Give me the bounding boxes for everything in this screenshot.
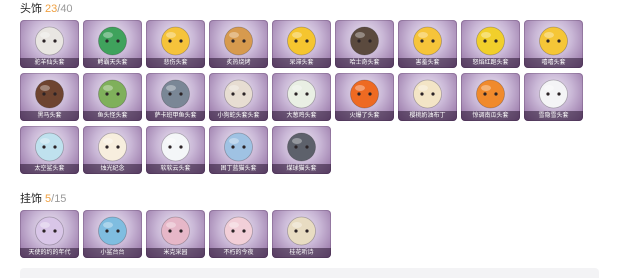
card-label: 煤球猫头套 (272, 164, 331, 174)
headwear-card[interactable]: 太空鲨头套 (20, 126, 79, 174)
card-label: 惊调南瓜头套 (461, 111, 520, 121)
dazed-face-icon (287, 26, 316, 56)
headwear-card[interactable]: 大葱鸡头套 (272, 73, 331, 121)
headwear-card[interactable]: 呆滞头套 (272, 20, 331, 68)
headwear-card[interactable]: 小狗蛇头套头套 (209, 73, 268, 121)
card-label: 嘻嘻头套 (524, 58, 583, 68)
sunglasses-pikachu-icon (476, 26, 505, 56)
pendant-total: 15 (54, 193, 67, 205)
pendant-card[interactable]: 天使的约的年代 (20, 210, 79, 258)
card-label: 小鲨台台 (83, 248, 142, 258)
card-label: 樱桃奶油布丁 (398, 111, 457, 121)
pendant-grid: 天使的约的年代 小鲨台台 米克采园 不朽的今夜 桂花听诗 (20, 210, 583, 258)
headwear-card[interactable]: 鱼头怪头套 (83, 73, 142, 121)
card-label: 困丁蓝猫头套 (209, 164, 268, 174)
pumpkin-icon (476, 79, 505, 109)
brown-horse-icon (35, 79, 64, 109)
card-label: 鱼头怪头套 (83, 111, 142, 121)
raccoon-sunglasses-icon (35, 26, 64, 56)
snowman-icon (539, 79, 568, 109)
card-label: 软软云头套 (146, 164, 205, 174)
card-label: 哈士奇头套 (335, 58, 394, 68)
card-label: 桂花听诗 (272, 248, 331, 258)
card-label: 米克采园 (146, 248, 205, 258)
green-crocodile-icon (98, 26, 127, 56)
card-label: 黑马头套 (20, 111, 79, 121)
headwear-card[interactable]: 煤球猫头套 (272, 126, 331, 174)
fish-head-icon (98, 79, 127, 109)
pendant-card[interactable]: 米克采园 (146, 210, 205, 258)
headwear-count: 23 (45, 3, 58, 15)
next-section-edge (20, 268, 599, 278)
headwear-card[interactable]: 嘻嘻头套 (524, 20, 583, 68)
fire-spirit-icon (350, 79, 379, 109)
headwear-card[interactable]: 炙热烧烤 (209, 20, 268, 68)
shy-face-icon (413, 26, 442, 56)
space-shark-icon (35, 132, 64, 162)
headwear-card[interactable]: 雪隐雪头套 (524, 73, 583, 121)
headwear-card[interactable]: 烛光纪念 (83, 126, 142, 174)
scallion-head-icon (287, 79, 316, 109)
grey-cat-icon (287, 132, 316, 162)
bunny-charm-icon (224, 216, 253, 246)
pudding-icon (413, 79, 442, 109)
headwear-card[interactable]: 鳄霸天头套 (83, 20, 142, 68)
headwear-grid: 驼羊仙头套 鳄霸天头套 悲伤头套 炙热烧烤 呆滞头套 哈士奇头套 害羞头套 怒焰红跑头套 嘻嘻头… (20, 20, 583, 174)
grey-fish-icon (161, 79, 190, 109)
card-label: 呆滞头套 (272, 58, 331, 68)
card-label: 不朽的今夜 (209, 248, 268, 258)
card-label: 害羞头套 (398, 58, 457, 68)
pendant-card[interactable]: 桂花听诗 (272, 210, 331, 258)
card-label: 怒焰红跑头套 (461, 58, 520, 68)
fairy-charm-icon (287, 216, 316, 246)
cute-snake-icon (224, 79, 253, 109)
card-label: 太空鲨头套 (20, 164, 79, 174)
card-label: 悲伤头套 (146, 58, 205, 68)
headwear-card[interactable]: 软软云头套 (146, 126, 205, 174)
card-label: 天使的约的年代 (20, 248, 79, 258)
toast-bread-icon (224, 26, 253, 56)
headwear-title: 头饰 (20, 3, 42, 15)
headwear-card[interactable]: 困丁蓝猫头套 (209, 126, 268, 174)
candle-icon (98, 132, 127, 162)
feather-charm-icon (35, 216, 64, 246)
headwear-card[interactable]: 惊调南瓜头套 (461, 73, 520, 121)
headwear-card[interactable]: 火爆了头套 (335, 73, 394, 121)
headwear-card[interactable]: 怒焰红跑头套 (461, 20, 520, 68)
pendant-card[interactable]: 不朽的今夜 (209, 210, 268, 258)
headwear-card[interactable]: 悲伤头套 (146, 20, 205, 68)
card-label: 火爆了头套 (335, 111, 394, 121)
card-label: 大葱鸡头套 (272, 111, 331, 121)
headwear-section-header: 头饰 23/40 (20, 3, 73, 15)
husky-dog-icon (350, 26, 379, 56)
sad-face-icon (161, 26, 190, 56)
pendant-section-header: 挂饰 5/15 (20, 193, 67, 205)
headwear-card[interactable]: 哈士奇头套 (335, 20, 394, 68)
pendant-title: 挂饰 (20, 193, 42, 205)
card-label: 雪隐雪头套 (524, 111, 583, 121)
grin-face-icon (539, 26, 568, 56)
headwear-card[interactable]: 驼羊仙头套 (20, 20, 79, 68)
card-label: 烛光纪念 (83, 164, 142, 174)
headwear-card[interactable]: 黑马头套 (20, 73, 79, 121)
headwear-card[interactable]: 害羞头套 (398, 20, 457, 68)
card-label: 萨卡班甲鱼头套 (146, 111, 205, 121)
headwear-card[interactable]: 萨卡班甲鱼头套 (146, 73, 205, 121)
blue-bird-icon (224, 132, 253, 162)
card-label: 炙热烧烤 (209, 58, 268, 68)
headwear-card[interactable]: 樱桃奶油布丁 (398, 73, 457, 121)
pendant-card[interactable]: 小鲨台台 (83, 210, 142, 258)
headwear-total: 40 (60, 3, 73, 15)
cloud-icon (161, 132, 190, 162)
shark-charm-icon (98, 216, 127, 246)
card-label: 驼羊仙头套 (20, 58, 79, 68)
card-label: 小狗蛇头套头套 (209, 111, 268, 121)
girl-doll-icon (161, 216, 190, 246)
card-label: 鳄霸天头套 (83, 58, 142, 68)
